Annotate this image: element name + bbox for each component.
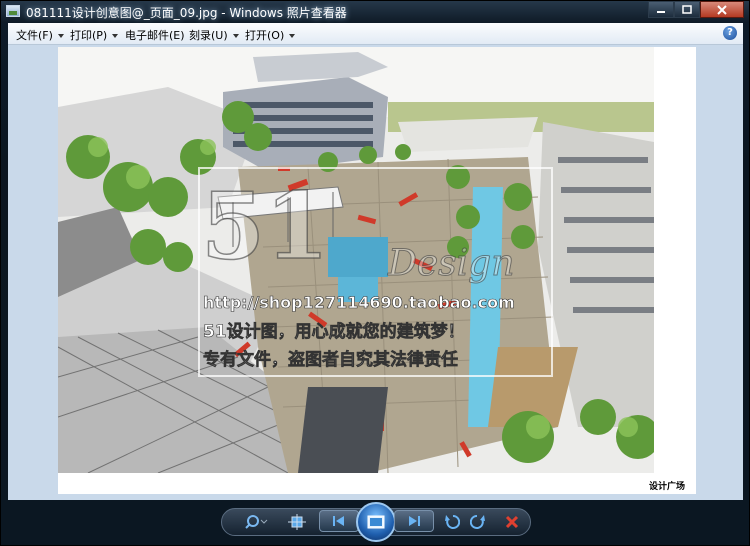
image-caption: 设计广场	[649, 482, 686, 492]
chevron-down-icon	[112, 34, 119, 38]
chevron-down-icon	[289, 34, 296, 38]
window-controls	[648, 1, 744, 19]
menu-email[interactable]: 电子邮件(E)	[125, 27, 185, 43]
rotate-counterclockwise-button[interactable]	[441, 513, 463, 531]
menu-file-label: 文件(F)	[16, 29, 53, 42]
next-icon	[409, 516, 420, 526]
rotate-clockwise-icon	[470, 514, 485, 529]
chevron-down-icon	[232, 34, 239, 38]
previous-icon	[333, 516, 344, 526]
zoom-button[interactable]	[243, 513, 269, 531]
actual-size-button[interactable]	[286, 513, 308, 531]
courtyard-rendering: 51 Design http://shop127114690.taobao.co…	[58, 47, 654, 473]
menu-open-label: 打开(O)	[245, 29, 285, 42]
actual-size-icon	[288, 514, 306, 530]
rotate-counterclockwise-icon	[445, 514, 460, 529]
menu-bar: 文件(F) 打印(P) 电子邮件(E) 刻录(U) 打开(O) ?	[8, 23, 743, 45]
photo-viewer-app-icon	[6, 5, 20, 17]
minimize-icon	[657, 10, 665, 13]
maximize-button[interactable]	[674, 1, 700, 18]
close-icon	[717, 4, 727, 15]
watermark-slogan: 51设计图，用心成就您的建筑梦！	[203, 322, 465, 343]
photo-viewer-window: 081111设计创意图@_页面_09.jpg - Windows 照片查看器 文…	[0, 0, 750, 546]
next-button[interactable]	[394, 510, 434, 532]
watermark-url: http://shop127114690.taobao.com	[203, 293, 515, 313]
watermark-copyright: 专有文件，盗图者自究其法律责任	[203, 350, 459, 371]
menu-burn-label: 刻录(U)	[189, 29, 228, 42]
menu-open[interactable]: 打开(O)	[245, 27, 296, 43]
rotate-clockwise-button[interactable]	[467, 513, 489, 531]
watermark-logo-design: Design	[387, 243, 515, 285]
delete-button[interactable]	[501, 513, 523, 531]
close-button[interactable]	[700, 1, 744, 18]
chevron-down-icon	[57, 34, 64, 38]
bottom-toolbar	[1, 500, 749, 545]
watermark-logo-51: 51	[200, 171, 330, 281]
slideshow-button[interactable]	[356, 502, 396, 542]
image-viewport[interactable]: 51 Design http://shop127114690.taobao.co…	[8, 45, 743, 500]
displayed-image: 51 Design http://shop127114690.taobao.co…	[58, 47, 696, 494]
menu-burn[interactable]: 刻录(U)	[189, 27, 239, 43]
menu-print-label: 打印(P)	[70, 29, 108, 42]
title-bar[interactable]: 081111设计创意图@_页面_09.jpg - Windows 照片查看器	[1, 1, 749, 23]
help-icon[interactable]: ?	[723, 26, 737, 40]
maximize-icon	[682, 5, 692, 14]
menu-email-label: 电子邮件(E)	[125, 29, 185, 42]
previous-button[interactable]	[319, 510, 359, 532]
menu-print[interactable]: 打印(P)	[70, 27, 119, 43]
zoom-icon	[245, 515, 268, 529]
delete-icon	[505, 515, 519, 529]
window-title: 081111设计创意图@_页面_09.jpg - Windows 照片查看器	[26, 6, 347, 20]
slideshow-icon	[367, 515, 385, 529]
menu-file[interactable]: 文件(F)	[16, 27, 64, 43]
minimize-button[interactable]	[648, 1, 674, 18]
